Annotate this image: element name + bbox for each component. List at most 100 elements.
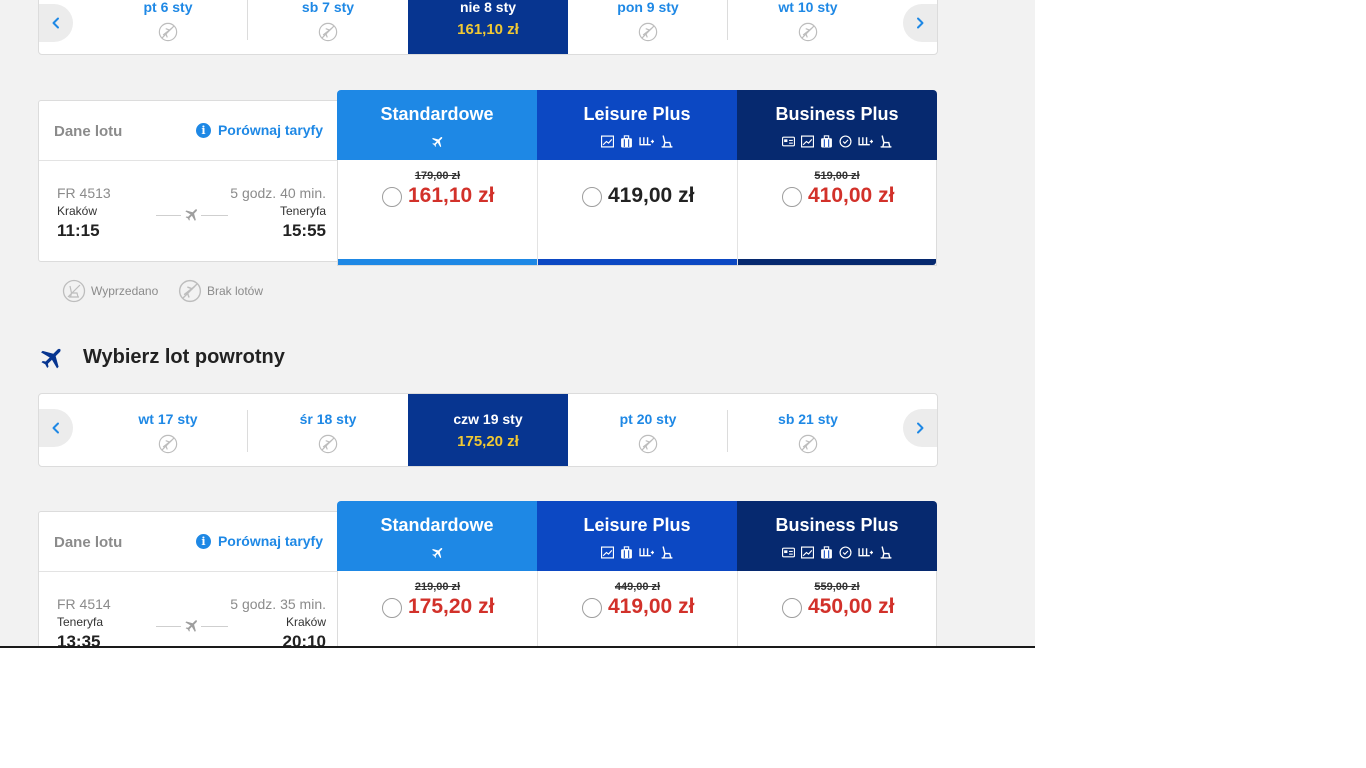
fare-features [337, 546, 537, 560]
flight-info-header: Dane lotu i Porównaj taryfy [39, 512, 337, 572]
fare-features [337, 135, 537, 149]
chevron-left-icon [50, 422, 62, 434]
old-price: 219,00 zł [414, 581, 461, 593]
flexible-icon [839, 546, 852, 559]
compare-fares-link[interactable]: i Porównaj taryfy [195, 122, 323, 138]
date-label: sb 21 sty [778, 411, 838, 427]
fare-radio[interactable] [382, 187, 402, 207]
old-price: 179,00 zł [414, 170, 461, 182]
flight-details-label: Dane lotu [54, 534, 123, 551]
date-price: 161,10 zł [457, 21, 519, 38]
outbound-date-cell-selected[interactable]: nie 8 sty 161,10 zł [408, 0, 568, 54]
departure-time: 13:35 [57, 632, 101, 648]
compare-fares-label: Porównaj taryfy [217, 122, 323, 138]
inbound-prev-dates-button[interactable] [39, 409, 73, 447]
card-icon [782, 135, 795, 148]
date-price: 175,20 zł [457, 433, 519, 450]
departure-city: Kraków [57, 204, 98, 218]
outbound-date-cell[interactable]: sb 7 sty [248, 0, 408, 55]
inbound-flight-info: Dane lotu i Porównaj taryfy FR 4514 5 go… [38, 511, 338, 648]
inbound-date-cell-selected[interactable]: czw 19 sty 175,20 zł [408, 394, 568, 466]
arrival-time: 15:55 [282, 221, 326, 240]
fare-features [737, 135, 937, 148]
no-flights-icon [158, 22, 178, 42]
fare-radio[interactable] [382, 598, 402, 618]
luggage-icon [820, 546, 833, 559]
arrival-city: Teneryfa [279, 204, 326, 218]
flight-number: FR 4513 [57, 185, 111, 201]
outbound-date-cell[interactable]: pon 9 sty [568, 0, 728, 55]
sold-out-icon [62, 279, 86, 303]
no-flights-icon [318, 22, 338, 42]
seat-icon [879, 135, 892, 148]
departure-city: Teneryfa [57, 615, 104, 629]
luggage-icon [820, 135, 833, 148]
no-flights-icon [798, 434, 818, 454]
fare-name: Business Plus [775, 515, 899, 535]
date-label: czw 19 sty [453, 411, 523, 427]
date-label: pt 20 sty [619, 411, 677, 427]
no-flights-icon [798, 22, 818, 42]
inbound-next-dates-button[interactable] [903, 409, 937, 447]
outbound-date-cell[interactable]: wt 10 sty [728, 0, 888, 55]
fare-price: 410,00 zł [808, 184, 895, 207]
fare-option-leisure-plus[interactable]: 419,00 zł [537, 160, 737, 266]
plane-icon [430, 546, 444, 560]
plane-icon [181, 616, 201, 636]
inbound-date-strip: wt 17 sty śr 18 sty czw 19 sty 175,20 zł… [38, 393, 938, 467]
seat-selection-icon [858, 546, 873, 559]
inbound-date-cell[interactable]: wt 17 sty [88, 394, 248, 467]
outbound-next-dates-button[interactable] [903, 4, 937, 42]
fare-option-standard[interactable]: 219,00 zł 175,20 zł [337, 571, 537, 646]
inbound-date-cell[interactable]: śr 18 sty [248, 394, 408, 467]
old-price: 449,00 zł [614, 581, 661, 593]
fare-stripe [738, 259, 936, 265]
inbound-date-cell[interactable]: pt 20 sty [568, 394, 728, 467]
fare-column-standard: Standardowe 179,00 zł 161,10 zł [337, 90, 537, 266]
chevron-left-icon [50, 17, 62, 29]
flight-duration: 5 godz. 35 min. [230, 596, 326, 612]
outbound-flight-info: Dane lotu i Porównaj taryfy FR 4513 5 go… [38, 100, 338, 262]
legend-label: Brak lotów [207, 284, 264, 298]
compare-fares-link[interactable]: i Porównaj taryfy [195, 533, 323, 549]
fare-radio[interactable] [782, 187, 802, 207]
page-viewport: pt 6 sty sb 7 sty nie 8 sty 161,10 zł po… [0, 0, 1035, 648]
fare-radio[interactable] [782, 598, 802, 618]
legend-sold-out: Wyprzedano [62, 279, 158, 303]
fare-option-business-plus[interactable]: 519,00 zł 410,00 zł [737, 160, 937, 266]
fare-features [737, 546, 937, 559]
flight-duration: 5 godz. 40 min. [230, 185, 326, 201]
plane-icon [430, 135, 444, 149]
inbound-date-cell[interactable]: sb 21 sty [728, 394, 888, 467]
fare-header-standard: Standardowe [337, 90, 537, 160]
fare-header-business-plus: Business Plus [737, 90, 937, 160]
return-plane-icon [37, 345, 64, 372]
date-label: pt 6 sty [143, 0, 193, 15]
fare-radio[interactable] [582, 598, 602, 618]
fare-option-leisure-plus[interactable]: 449,00 zł 419,00 zł [537, 571, 737, 646]
flight-info-body: FR 4514 5 godz. 35 min. Teneryfa Kraków … [39, 572, 337, 648]
date-label: śr 18 sty [299, 411, 357, 427]
old-price: 519,00 zł [814, 170, 860, 182]
fare-column-leisure-plus: Leisure Plus 419,00 zł [537, 90, 737, 266]
fare-radio[interactable] [582, 187, 602, 207]
compare-fares-label: Porównaj taryfy [217, 533, 323, 549]
fare-price: 450,00 zł [808, 595, 895, 618]
chevron-right-icon [914, 17, 926, 29]
seat-icon [660, 135, 673, 148]
priority-chart-icon [801, 546, 814, 559]
flexible-icon [839, 135, 852, 148]
outbound-prev-dates-button[interactable] [39, 4, 73, 42]
flight-info-header: Dane lotu i Porównaj taryfy [39, 101, 337, 161]
outbound-date-cell[interactable]: pt 6 sty [88, 0, 248, 55]
fare-stripe [538, 259, 737, 265]
seat-selection-icon [858, 135, 873, 148]
legend-label: Wyprzedano [91, 284, 159, 298]
fare-option-standard[interactable]: 179,00 zł 161,10 zł [337, 160, 537, 266]
no-flights-icon [638, 434, 658, 454]
fare-option-business-plus[interactable]: 559,00 zł 450,00 zł [737, 571, 937, 646]
fare-features [537, 135, 737, 148]
date-label: sb 7 sty [301, 0, 355, 15]
seat-icon [879, 546, 892, 559]
fare-price: 161,10 zł [408, 184, 495, 207]
